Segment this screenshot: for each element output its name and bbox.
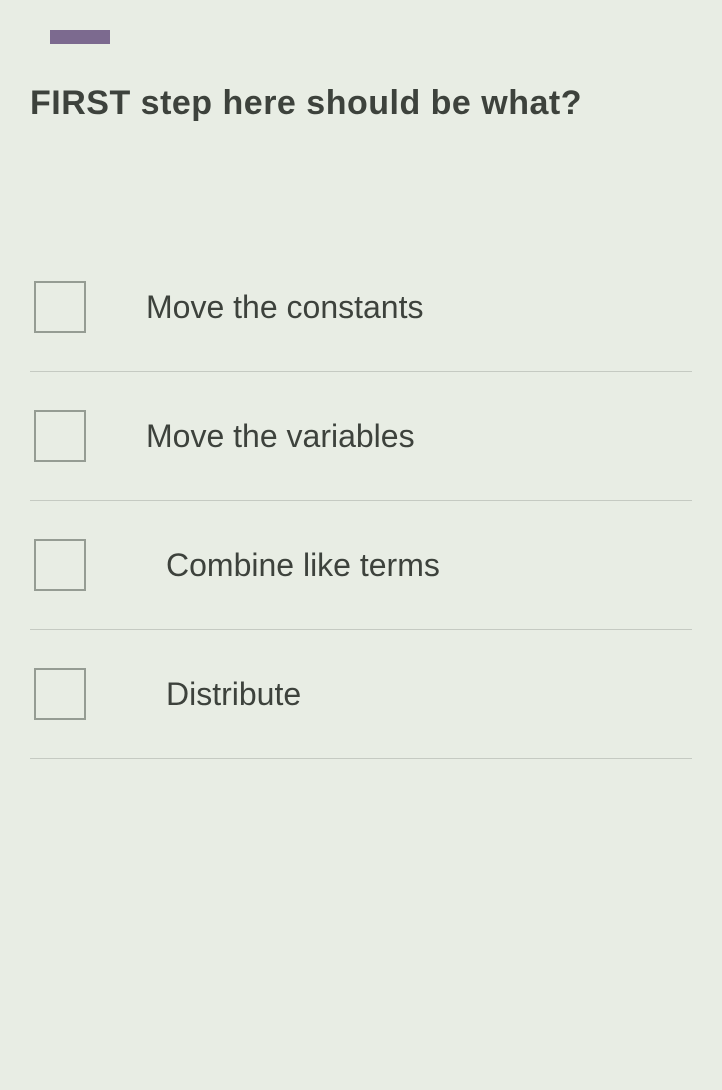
checkbox-icon[interactable] [34, 281, 86, 333]
option-move-constants[interactable]: Move the constants [30, 243, 692, 372]
question-text: FIRST step here should be what? [30, 84, 692, 123]
option-combine-like-terms[interactable]: Combine like terms [30, 501, 692, 630]
quiz-page: FIRST step here should be what? Move the… [0, 0, 722, 759]
option-label: Distribute [166, 676, 301, 713]
options-list: Move the constants Move the variables Co… [30, 243, 692, 759]
option-distribute[interactable]: Distribute [30, 630, 692, 759]
cropped-header-fragment [50, 30, 110, 44]
option-label: Move the variables [146, 418, 415, 455]
option-move-variables[interactable]: Move the variables [30, 372, 692, 501]
checkbox-icon[interactable] [34, 410, 86, 462]
checkbox-icon[interactable] [34, 539, 86, 591]
checkbox-icon[interactable] [34, 668, 86, 720]
option-label: Move the constants [146, 289, 423, 326]
option-label: Combine like terms [166, 547, 440, 584]
